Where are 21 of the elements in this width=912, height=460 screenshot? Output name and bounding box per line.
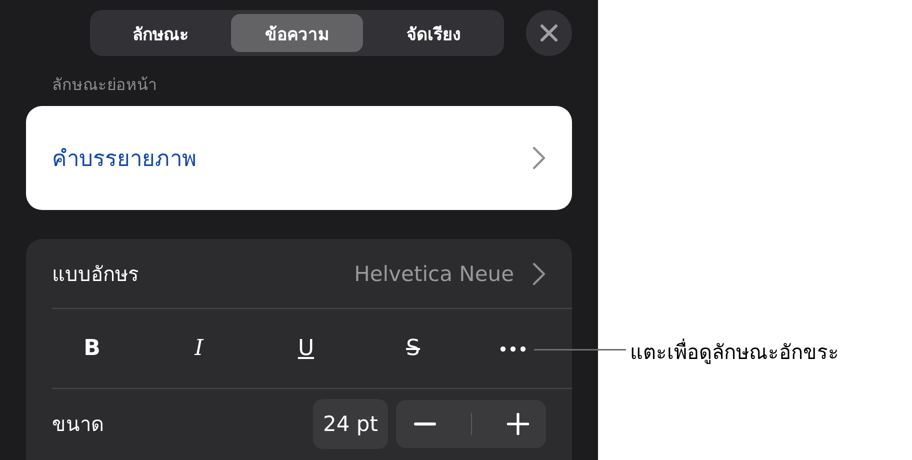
paragraph-style-row[interactable]: คำบรรยายภาพ [26,106,572,210]
underline-button[interactable]: U [286,336,326,361]
size-label: ขนาด [52,411,105,438]
italic-button[interactable]: I [179,336,219,361]
tab[interactable]: ลักษณะ [94,14,227,52]
close-icon [539,23,559,43]
callout-text: แตะเพื่อดูลักษณะอักขระ [630,338,839,366]
plus-icon[interactable] [506,413,528,435]
close-button[interactable] [526,10,572,56]
bold-button[interactable]: B [72,336,112,361]
font-value[interactable]: Helvetica Neue [354,262,514,286]
chevron-icon [532,262,546,286]
strikethrough-button[interactable]: S [393,336,433,361]
size-value: 24 pt [313,399,388,449]
minus-icon[interactable] [414,422,436,426]
chevron-icon [532,146,546,170]
font-label: แบบอักษร [52,260,140,288]
section-label: ลักษณะย่อหน้า [52,74,158,96]
tab[interactable]: จัดเรียง [367,14,500,52]
tab[interactable]: ข้อความ [230,14,364,52]
more-icon[interactable] [500,346,526,352]
